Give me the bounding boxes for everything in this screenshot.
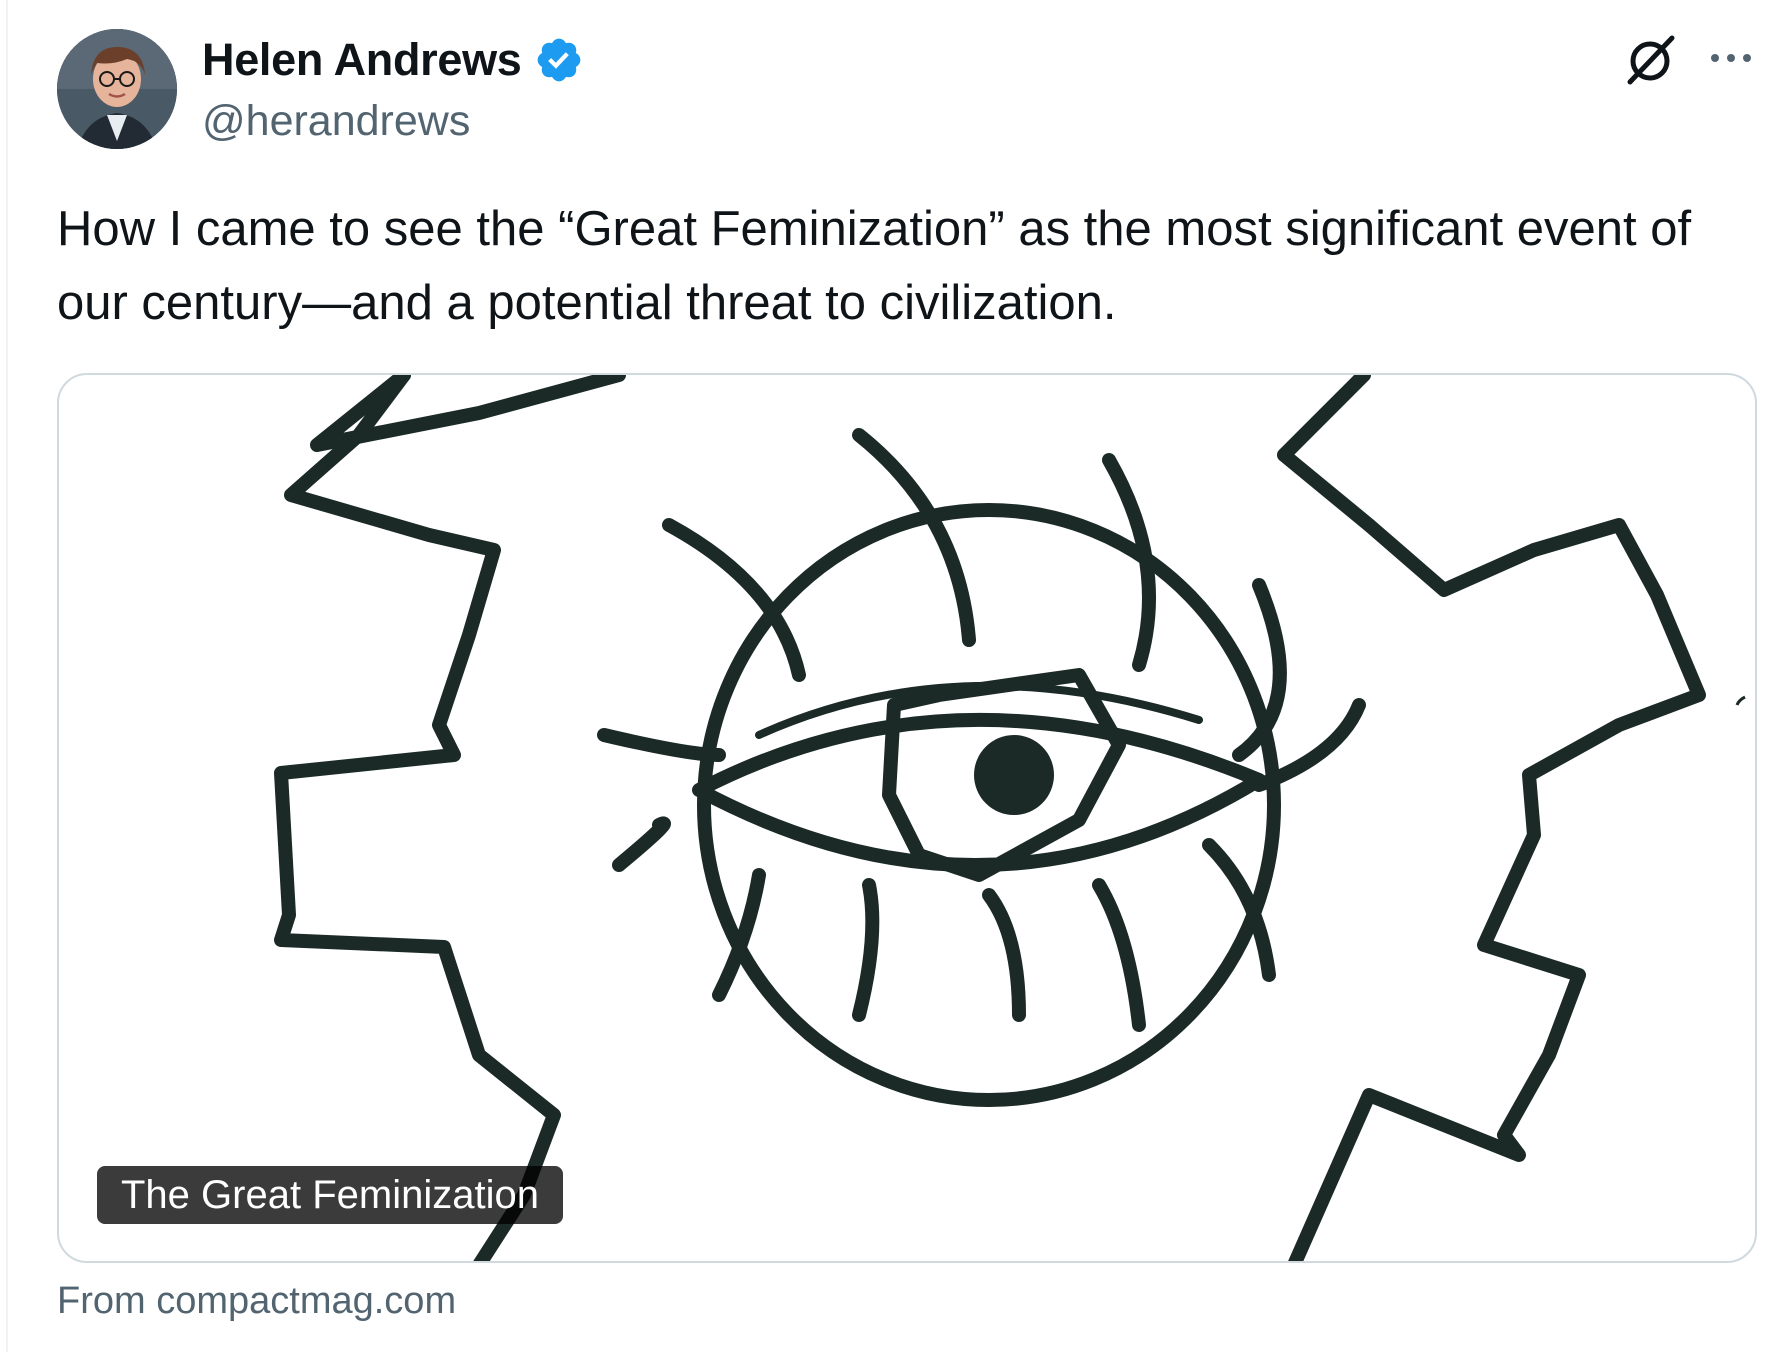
avatar-photo [57,29,177,149]
more-options-icon[interactable] [1706,38,1756,78]
link-card[interactable]: The Great Feminization [57,373,1757,1263]
card-title: The Great Feminization [97,1166,563,1224]
author-name-row[interactable]: Helen Andrews [202,33,584,87]
card-source-link[interactable]: From compactmag.com [57,1277,456,1325]
author-handle[interactable]: @herandrews [202,95,470,147]
verified-badge-icon [537,38,580,82]
author-display-name[interactable]: Helen Andrews [202,33,522,87]
timeline-divider [6,0,8,1352]
card-image [274,375,1746,1261]
avatar[interactable] [57,29,177,149]
grok-icon[interactable] [1620,30,1680,90]
tweet-text: How I came to see the “Great Feminizatio… [57,202,1692,330]
